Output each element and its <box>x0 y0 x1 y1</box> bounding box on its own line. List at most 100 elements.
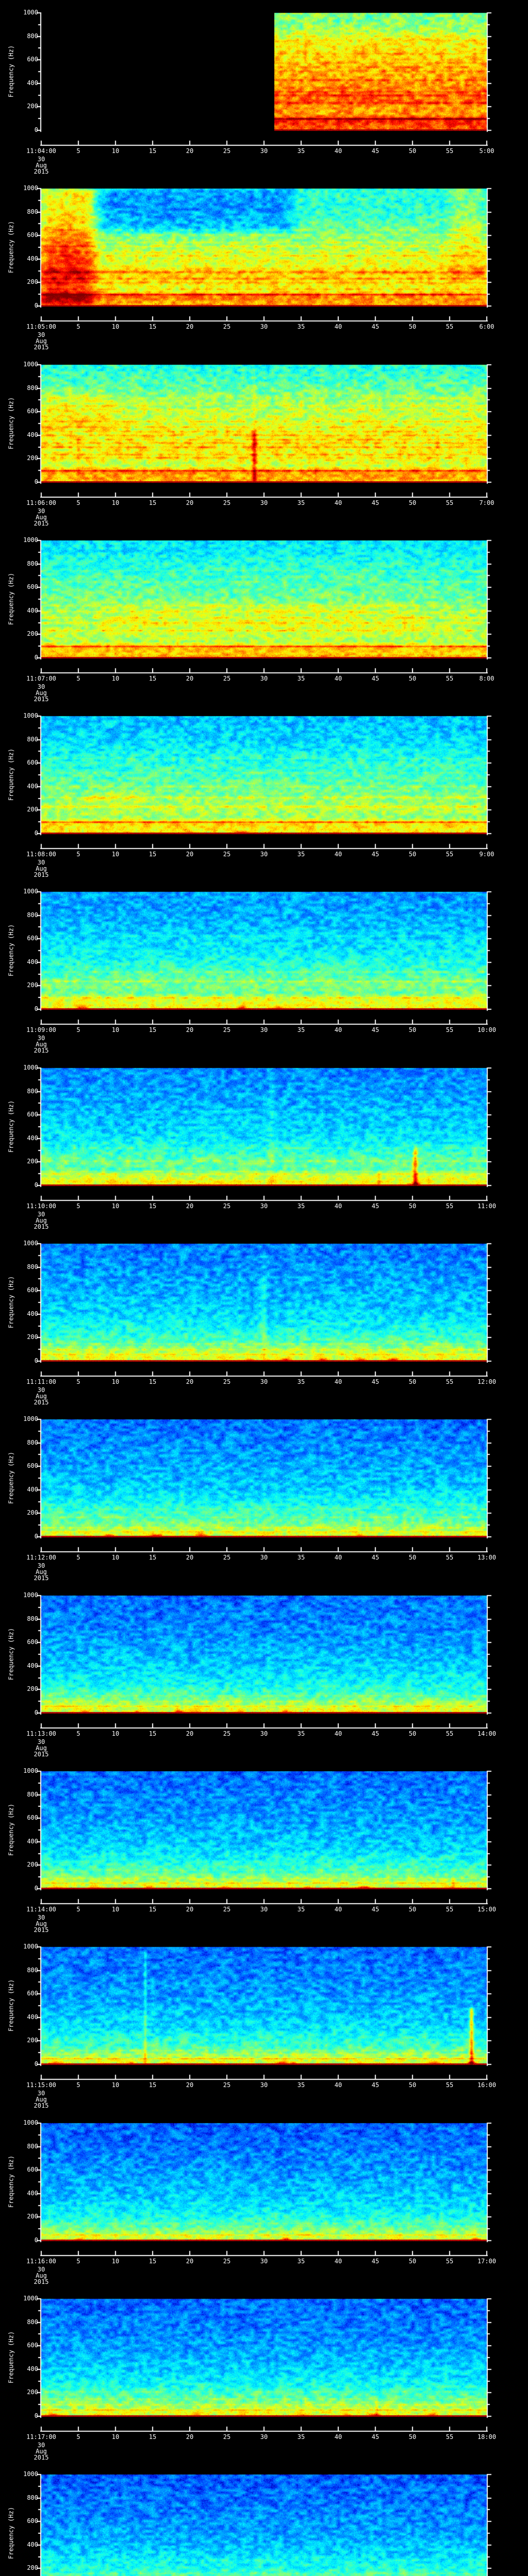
y-tick-label: 1000 <box>23 184 38 192</box>
start-time-label: 11:11:00 <box>26 1378 56 1385</box>
date-label: 2015 <box>34 1399 49 1406</box>
start-time-label: 11:15:00 <box>26 2081 56 2089</box>
x-tick-label: 45 <box>371 1730 380 1737</box>
x-tick-label: 30 <box>260 2433 268 2441</box>
spectrogram-canvas <box>0 2462 528 2576</box>
x-tick-label: 25 <box>223 2433 231 2441</box>
y-tick-label: 0 <box>34 1885 38 1892</box>
x-tick-label: 40 <box>334 1906 342 1913</box>
x-tick-label: 45 <box>371 851 380 858</box>
y-tick-label: 800 <box>27 1263 38 1270</box>
y-tick-label: 600 <box>27 759 38 766</box>
x-tick-label: 20 <box>186 1554 194 1561</box>
x-tick-label: 25 <box>223 1906 231 1913</box>
y-axis-title: Frequency (Hz) <box>7 1100 15 1153</box>
x-tick-label: 35 <box>297 2081 305 2089</box>
x-tick-label: 40 <box>334 1026 342 1033</box>
y-tick-label: 200 <box>27 1509 38 1516</box>
x-tick-label: 10 <box>111 2081 120 2089</box>
x-tick-label: 35 <box>297 1202 305 1210</box>
y-tick-label: 600 <box>27 2517 38 2524</box>
x-tick-label: 30 <box>260 1730 268 1737</box>
x-tick-label: 10 <box>111 2433 120 2441</box>
x-tick-label: 40 <box>334 2081 342 2089</box>
end-time-label: 15:00 <box>477 1906 497 1913</box>
x-tick-label: 10 <box>111 1906 120 1913</box>
date-label: 2015 <box>34 1047 49 1054</box>
start-time-label: 11:17:00 <box>26 2433 56 2441</box>
end-time-label: 7:00 <box>479 499 494 506</box>
end-time-label: 9:00 <box>479 851 494 858</box>
x-tick-label: 20 <box>186 1378 194 1385</box>
y-axis-title: Frequency (Hz) <box>7 45 15 98</box>
y-tick-label: 1000 <box>23 2470 38 2478</box>
x-tick-label: 10 <box>111 851 120 858</box>
x-tick-label: 40 <box>334 1554 342 1561</box>
y-tick-label: 1000 <box>23 1767 38 1774</box>
x-tick-label: 25 <box>223 1554 231 1561</box>
x-tick-label: 20 <box>186 1730 194 1737</box>
end-time-label: 6:00 <box>479 323 494 330</box>
spectrogram-panel-111000: Frequency (Hz) 1000 800 600 400 200 0 5 10 15 20 2… <box>0 1055 528 1231</box>
x-tick-label: 25 <box>223 1202 231 1210</box>
date-label: 2015 <box>34 2278 49 2285</box>
y-tick-label: 600 <box>27 408 38 415</box>
y-axis-title: Frequency (Hz) <box>7 221 15 274</box>
y-tick-label: 400 <box>27 1134 38 1142</box>
x-tick-label: 35 <box>297 1730 305 1737</box>
start-time-label: 11:05:00 <box>26 323 56 330</box>
x-tick-label: 15 <box>148 2258 157 2265</box>
spectrogram-panel-111500: Frequency (Hz) 1000 800 600 400 200 0 5 10 15 20 2… <box>0 1934 528 2110</box>
start-time-label: 11:04:00 <box>26 147 56 155</box>
y-axis-title: Frequency (Hz) <box>7 748 15 801</box>
x-tick-label: 15 <box>148 851 157 858</box>
x-tick-label: 50 <box>408 851 417 858</box>
y-tick-label: 600 <box>27 56 38 63</box>
y-tick-label: 0 <box>34 2412 38 2419</box>
x-tick-label: 30 <box>260 147 268 155</box>
x-tick-label: 50 <box>408 147 417 155</box>
start-time-label: 11:09:00 <box>26 1026 56 1033</box>
y-tick-label: 200 <box>27 2564 38 2571</box>
x-tick-label: 35 <box>297 499 305 506</box>
x-tick-label: 15 <box>148 499 157 506</box>
y-tick-label: 0 <box>34 1533 38 1540</box>
x-tick-label: 50 <box>408 1378 417 1385</box>
x-tick-label: 40 <box>334 675 342 682</box>
date-label: 2015 <box>34 696 49 703</box>
y-tick-label: 400 <box>27 1838 38 1845</box>
y-tick-label: 600 <box>27 583 38 590</box>
date-label: 2015 <box>34 1223 49 1230</box>
y-tick-label: 400 <box>27 2541 38 2548</box>
start-time-label: 11:08:00 <box>26 851 56 858</box>
y-tick-label: 600 <box>27 1814 38 1821</box>
end-time-label: 11:00 <box>477 1202 497 1210</box>
y-tick-label: 1000 <box>23 361 38 368</box>
y-tick-label: 800 <box>27 1967 38 1974</box>
end-time-label: 12:00 <box>477 1378 497 1385</box>
x-tick-label: 50 <box>408 1554 417 1561</box>
spectrogram-panel-110400: Frequency (Hz) 1000 800 600 400 200 0 5 10 15 20 2… <box>0 0 528 176</box>
y-tick-label: 600 <box>27 1638 38 1646</box>
x-tick-label: 45 <box>371 2258 380 2265</box>
y-tick-label: 200 <box>27 1861 38 1868</box>
x-tick-label: 10 <box>111 323 120 330</box>
y-tick-label: 1000 <box>23 1064 38 1071</box>
x-tick-label: 35 <box>297 851 305 858</box>
x-tick-label: 50 <box>408 1202 417 1210</box>
x-tick-label: 15 <box>148 1202 157 1210</box>
start-time-label: 11:12:00 <box>26 1554 56 1561</box>
x-tick-label: 30 <box>260 2081 268 2089</box>
date-label: 2015 <box>34 2454 49 2461</box>
x-tick-label: 30 <box>260 1378 268 1385</box>
end-time-label: 14:00 <box>477 1730 497 1737</box>
spectrogram-panel-111400: Frequency (Hz) 1000 800 600 400 200 0 5 10 15 20 2… <box>0 1758 528 1935</box>
spectrogram-panel-111200: Frequency (Hz) 1000 800 600 400 200 0 5 10 15 20 2… <box>0 1406 528 1583</box>
x-tick-label: 20 <box>186 323 194 330</box>
y-tick-label: 800 <box>27 911 38 919</box>
x-tick-label: 15 <box>148 1026 157 1033</box>
y-tick-label: 0 <box>34 2236 38 2244</box>
y-tick-label: 800 <box>27 2143 38 2150</box>
x-tick-label: 25 <box>223 499 231 506</box>
date-label: 2015 <box>34 1574 49 1582</box>
